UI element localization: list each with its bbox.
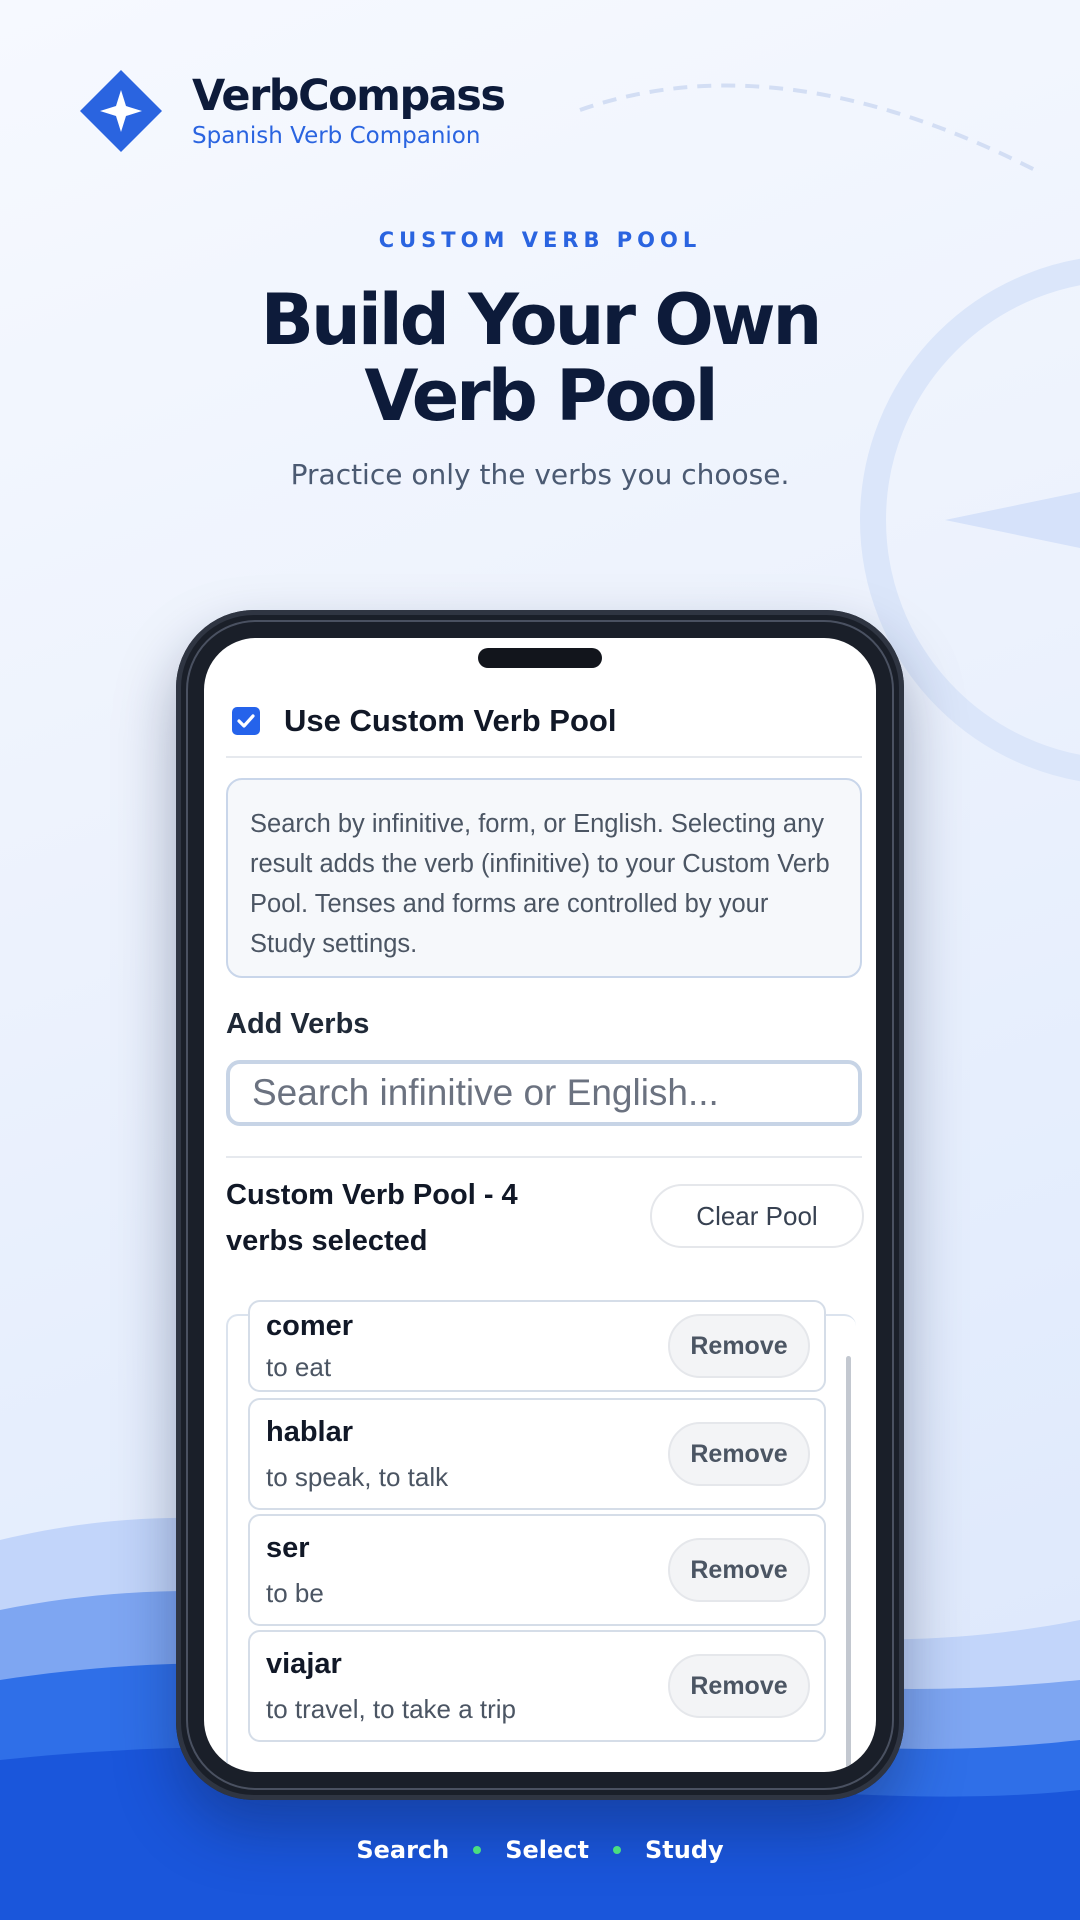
footer-step-select: Select <box>505 1836 589 1864</box>
info-box: Search by infinitive, form, or English. … <box>226 778 862 978</box>
verb-infinitive: hablar <box>266 1416 354 1448</box>
footer-steps: Search Select Study <box>0 1836 1080 1864</box>
app-screen: Use Custom Verb Pool Search by infinitiv… <box>204 638 876 1772</box>
list-item: hablar to speak, to talk Remove <box>248 1398 826 1510</box>
footer-step-search: Search <box>356 1836 450 1864</box>
remove-button[interactable]: Remove <box>668 1654 810 1718</box>
brand-header: VerbCompass Spanish Verb Companion <box>80 70 506 152</box>
add-verbs-title: Add Verbs <box>226 1008 370 1040</box>
custom-pool-toggle[interactable]: Use Custom Verb Pool <box>232 698 862 744</box>
headline-line-2: Verb Pool <box>364 355 718 437</box>
verb-search-input[interactable] <box>226 1060 862 1126</box>
compass-star-icon <box>80 70 162 152</box>
list-item: comer to eat Remove <box>248 1300 826 1392</box>
checkmark-icon <box>237 714 255 728</box>
remove-button[interactable]: Remove <box>668 1422 810 1486</box>
verb-infinitive: viajar <box>266 1648 342 1680</box>
custom-pool-checkbox[interactable] <box>232 707 260 735</box>
verb-infinitive: comer <box>266 1310 354 1342</box>
phone-frame: Use Custom Verb Pool Search by infinitiv… <box>176 610 904 1800</box>
verb-meaning: to speak, to talk <box>266 1462 449 1492</box>
brand-tagline: Spanish Verb Companion <box>192 123 481 149</box>
verb-meaning: to be <box>266 1578 324 1608</box>
verb-meaning: to travel, to take a trip <box>266 1694 517 1724</box>
custom-pool-label: Use Custom Verb Pool <box>284 703 617 738</box>
dot-separator-icon <box>613 1846 621 1854</box>
remove-button[interactable]: Remove <box>668 1314 810 1378</box>
list-item: viajar to travel, to take a trip Remove <box>248 1630 826 1742</box>
hero-eyebrow: CUSTOM VERB POOL <box>378 228 702 252</box>
verb-meaning: to eat <box>266 1352 332 1382</box>
list-item: ser to be Remove <box>248 1514 826 1626</box>
list-scrollbar[interactable] <box>846 1356 851 1772</box>
remove-button[interactable]: Remove <box>668 1538 810 1602</box>
verb-infinitive: ser <box>266 1532 310 1564</box>
pool-title: Custom Verb Pool - 4 verbs selected <box>226 1179 518 1257</box>
divider <box>226 1156 862 1158</box>
hero-headline: Build Your Own Verb Pool <box>0 282 1080 434</box>
clear-pool-button[interactable]: Clear Pool <box>650 1184 864 1248</box>
divider <box>226 756 862 758</box>
dot-separator-icon <box>473 1846 482 1854</box>
footer-step-study: Study <box>645 1836 724 1864</box>
phone-notch <box>478 648 602 668</box>
hero-subhead: Practice only the verbs you choose. <box>290 458 790 491</box>
headline-line-1: Build Your Own <box>260 279 823 361</box>
brand-name: VerbCompass <box>192 71 506 121</box>
